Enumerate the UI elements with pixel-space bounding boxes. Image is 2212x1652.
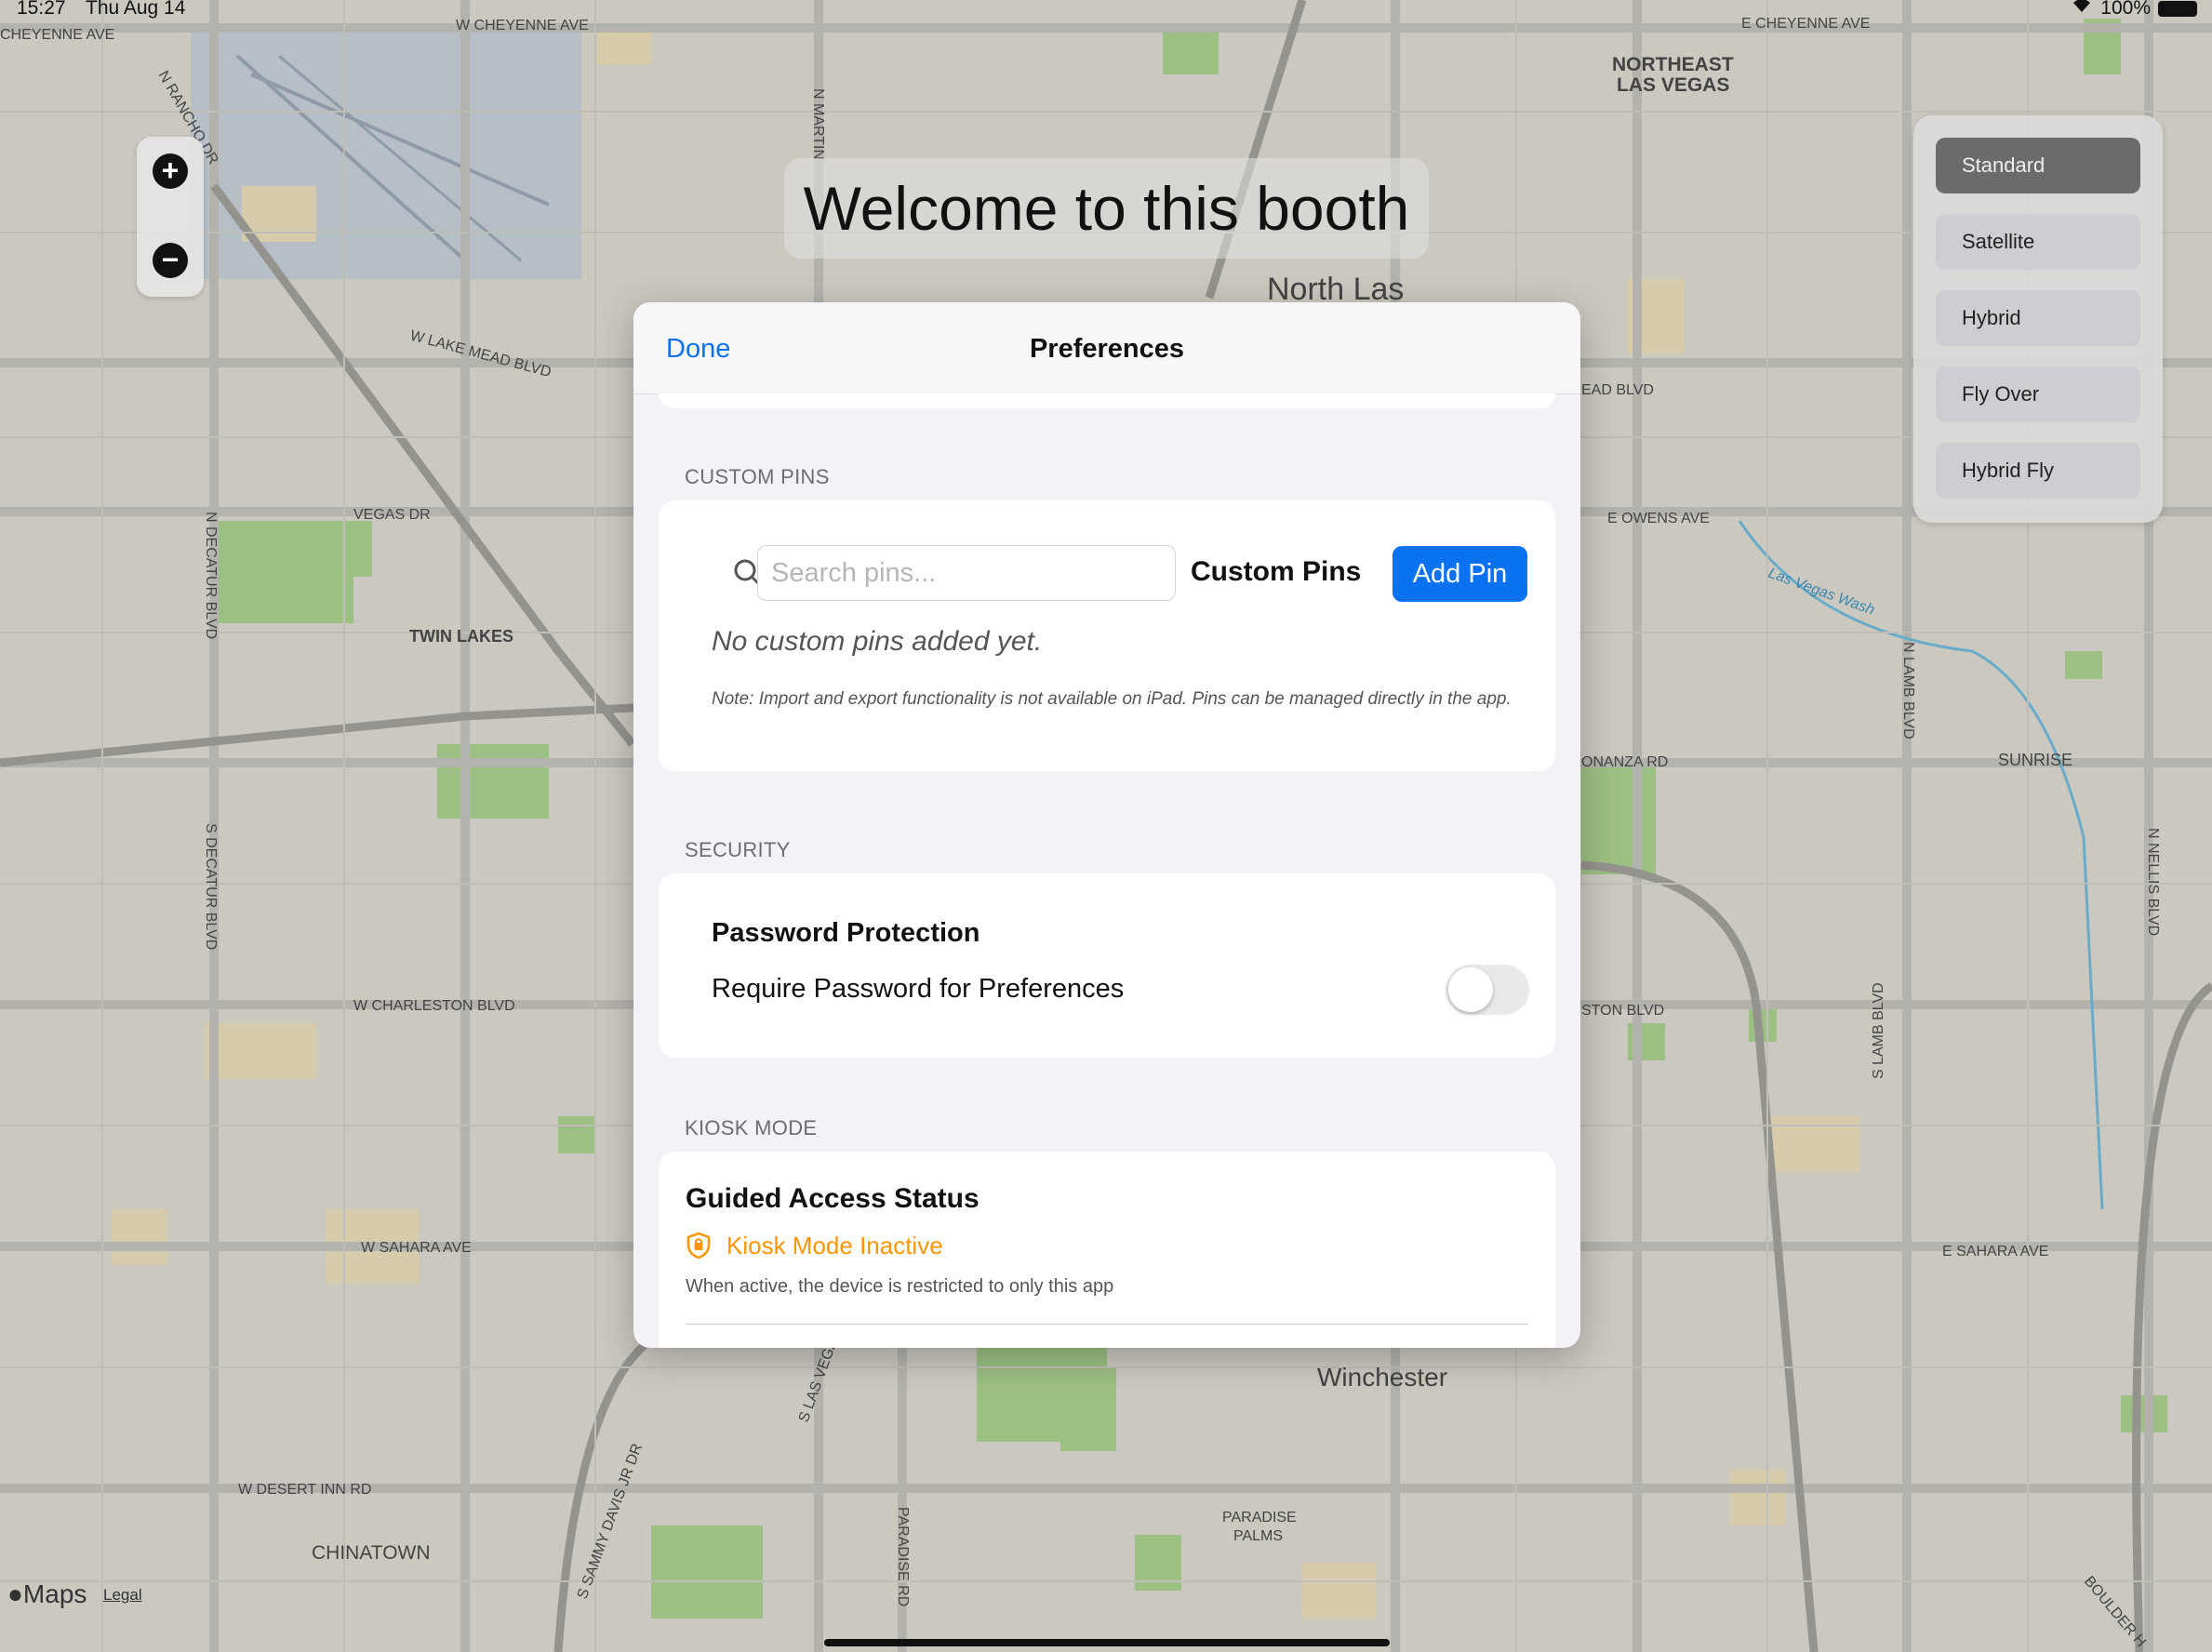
custom-pins-label: Custom Pins [1191, 556, 1362, 587]
map-label: N MARTIN [810, 88, 826, 160]
map-label: W SAHARA AVE [361, 1240, 472, 1256]
wifi-icon [2071, 0, 2093, 20]
kiosk-status: Kiosk Mode Inactive [726, 1232, 943, 1259]
status-indicators: 100% [2071, 0, 2197, 20]
require-password-toggle[interactable] [1446, 965, 1529, 1015]
welcome-banner: Welcome to this booth [784, 158, 1429, 259]
zoom-in-button[interactable]: + [153, 153, 188, 189]
map-label: W CHEYENNE AVE [456, 18, 589, 33]
require-password-label: Require Password for Preferences [712, 974, 1125, 1004]
shield-icon [686, 1232, 712, 1259]
map-label: PARADISE [1222, 1510, 1297, 1525]
map-label: SUNRISE [1998, 751, 2072, 769]
apple-logo-icon: ● [7, 1579, 23, 1608]
battery-icon [2158, 0, 2197, 17]
map-type-selector: Standard Satellite Hybrid Fly Over Hybri… [1913, 115, 2163, 523]
map-label: S DECATUR BLVD [203, 823, 219, 950]
security-section-header: SECURITY [685, 838, 791, 861]
map-label: W CHARLESTON BLVD [353, 998, 515, 1014]
security-card: Password Protection Require Password for… [659, 873, 1555, 1058]
map-label: N DECATUR BLVD [203, 512, 219, 639]
kiosk-section-header: KIOSK MODE [685, 1116, 818, 1139]
custom-pins-section-header: CUSTOM PINS [685, 465, 830, 488]
map-label: LAS VEGAS [1617, 74, 1729, 96]
zoom-out-button[interactable]: − [153, 243, 188, 278]
preferences-sheet: Done Preferences CUSTOM PINS Custom Pins… [633, 302, 1580, 1348]
map-label: W DESERT INN RD [238, 1482, 371, 1498]
map-label: ONANZA RD [1581, 754, 1668, 770]
password-protection-title: Password Protection [712, 918, 980, 948]
battery-percent: 100% [2100, 0, 2151, 19]
map-label: E SAHARA AVE [1942, 1244, 2048, 1259]
status-bar: 15:27 Thu Aug 14 100% [0, 0, 2212, 19]
kiosk-description: When active, the device is restricted to… [686, 1276, 1114, 1297]
search-pins-input[interactable] [757, 545, 1176, 601]
map-label: N NELLIS BLVD [2145, 828, 2161, 936]
add-pin-button[interactable]: Add Pin [1392, 546, 1527, 602]
previous-card [659, 393, 1555, 408]
map-label: E OWENS AVE [1607, 511, 1710, 526]
map-label: PALMS [1233, 1528, 1283, 1544]
status-date: Thu Aug 14 [86, 0, 186, 19]
map-label: TWIN LAKES [409, 627, 513, 646]
empty-pins-message: No custom pins added yet. [712, 626, 1043, 657]
map-type-flyover[interactable]: Fly Over [1936, 366, 2140, 422]
custom-pins-card: Custom Pins Add Pin No custom pins added… [659, 500, 1555, 771]
maps-logo-text: Maps [22, 1579, 87, 1608]
import-export-note: Note: Import and export functionality is… [712, 689, 1512, 709]
legal-link[interactable]: Legal [103, 1586, 142, 1605]
map-type-hybrid[interactable]: Hybrid [1936, 290, 2140, 346]
map-type-standard[interactable]: Standard [1936, 138, 2140, 193]
divider [686, 1324, 1528, 1325]
guided-access-title: Guided Access Status [686, 1183, 979, 1214]
toggle-knob [1448, 967, 1493, 1012]
kiosk-card: Guided Access Status Kiosk Mode Inactive… [659, 1152, 1555, 1348]
map-type-hybrid-flyover[interactable]: Hybrid Fly [1936, 443, 2140, 499]
map-label: NORTHEAST [1612, 54, 1734, 75]
map-label: VEGAS DR [353, 507, 431, 523]
home-indicator[interactable] [824, 1639, 1390, 1646]
map-label: N LAMB BLVD [1900, 642, 1916, 739]
status-time: 15:27 [17, 0, 66, 19]
map-label: S LAMB BLVD [1871, 982, 1886, 1079]
sheet-title: Preferences [1029, 334, 1185, 364]
map-label: STON BLVD [1581, 1003, 1664, 1019]
map-label: EAD BLVD [1581, 382, 1654, 398]
map-label: Winchester [1317, 1363, 1447, 1392]
sheet-header: Done Preferences [633, 302, 1580, 394]
map-label: CHEYENNE AVE [0, 27, 114, 43]
map-label: CHINATOWN [312, 1542, 431, 1564]
map-label: PARADISE RD [895, 1507, 911, 1606]
map-type-satellite[interactable]: Satellite [1936, 214, 2140, 270]
zoom-controls: + − [137, 137, 204, 297]
apple-maps-logo: ●Maps [7, 1579, 87, 1609]
